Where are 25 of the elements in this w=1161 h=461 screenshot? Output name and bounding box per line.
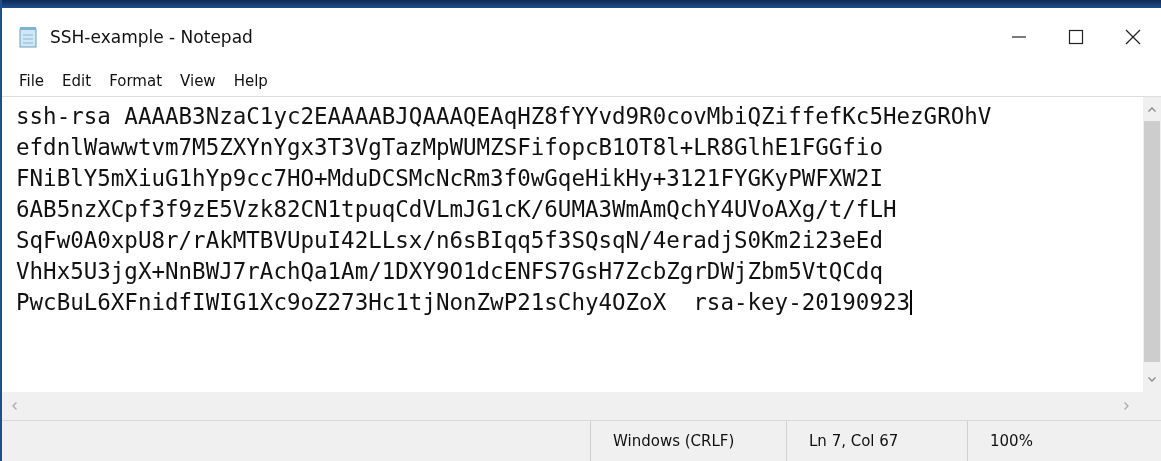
- vertical-scrollbar[interactable]: [1143, 97, 1161, 392]
- text-line: efdnlWawwtvm7M5ZXYnYgx3T3VgTazMpWUMZSFifopcB1OT8l+LR8GlhE1FGGfio: [16, 133, 883, 162]
- menu-item[interactable]: View: [173, 70, 223, 92]
- status-text: Ln 7, Col 67: [787, 421, 968, 461]
- text-line: PwcBuL6XFnidfIWIG1Xc9oZ273Hc1tjNonZwP21sChy4OZoX rsa-key-20190923: [16, 288, 911, 317]
- text-cursor: [910, 290, 912, 315]
- text-line: FNiBlY5mXiuG1hYp9cc7HO+MduDCSMcNcRm3f0wGqeHikHy+3121FYGKyPWFXW2I: [16, 164, 883, 193]
- menu-item[interactable]: Help: [226, 70, 275, 92]
- scrollbar-thumb[interactable]: [1144, 121, 1160, 362]
- menu-item[interactable]: File: [12, 70, 52, 92]
- status-text: 100%: [989, 431, 1034, 452]
- status-text: Windows (CRLF): [591, 421, 787, 461]
- text-line: VhHx5U3jgX+NnBWJ7rAchQa1Am/1DXY9O1dcENFS7GsH7ZcbZgrDWjZbm5VtQCdq: [16, 257, 883, 286]
- window-title: SSH-example - Notepad: [50, 27, 253, 47]
- horizontal-scrollbar[interactable]: [2, 392, 1143, 420]
- minimize-icon: [1011, 36, 1026, 38]
- menu-item[interactable]: Format: [102, 70, 170, 92]
- text-line: 6AB5nzXCpf3f9zE5Vzk82CN1tpuqCdVLmJG1cK/6UMA3WmAmQchY4UVoAXg/t/fLH: [16, 195, 897, 224]
- text-line: ssh-rsa AAAAB3NzaC1yc2EAAAABJQAAAQEAqHZ8fYYvd9R0covMbiQZiffefKc5HezGROhV: [16, 102, 992, 131]
- text-line: SqFw0A0xpU8r/rAkMTBVUpuI42LLsx/n6sBIqq5f3SQsqN/4eradjS0Km2i23eEd: [16, 226, 883, 255]
- notepad-icon: [18, 26, 38, 48]
- scroll-down-icon[interactable]: [1147, 374, 1157, 384]
- scroll-right-icon[interactable]: [1121, 401, 1131, 411]
- menu-item[interactable]: Edit: [55, 70, 99, 92]
- scroll-left-icon[interactable]: [10, 401, 20, 411]
